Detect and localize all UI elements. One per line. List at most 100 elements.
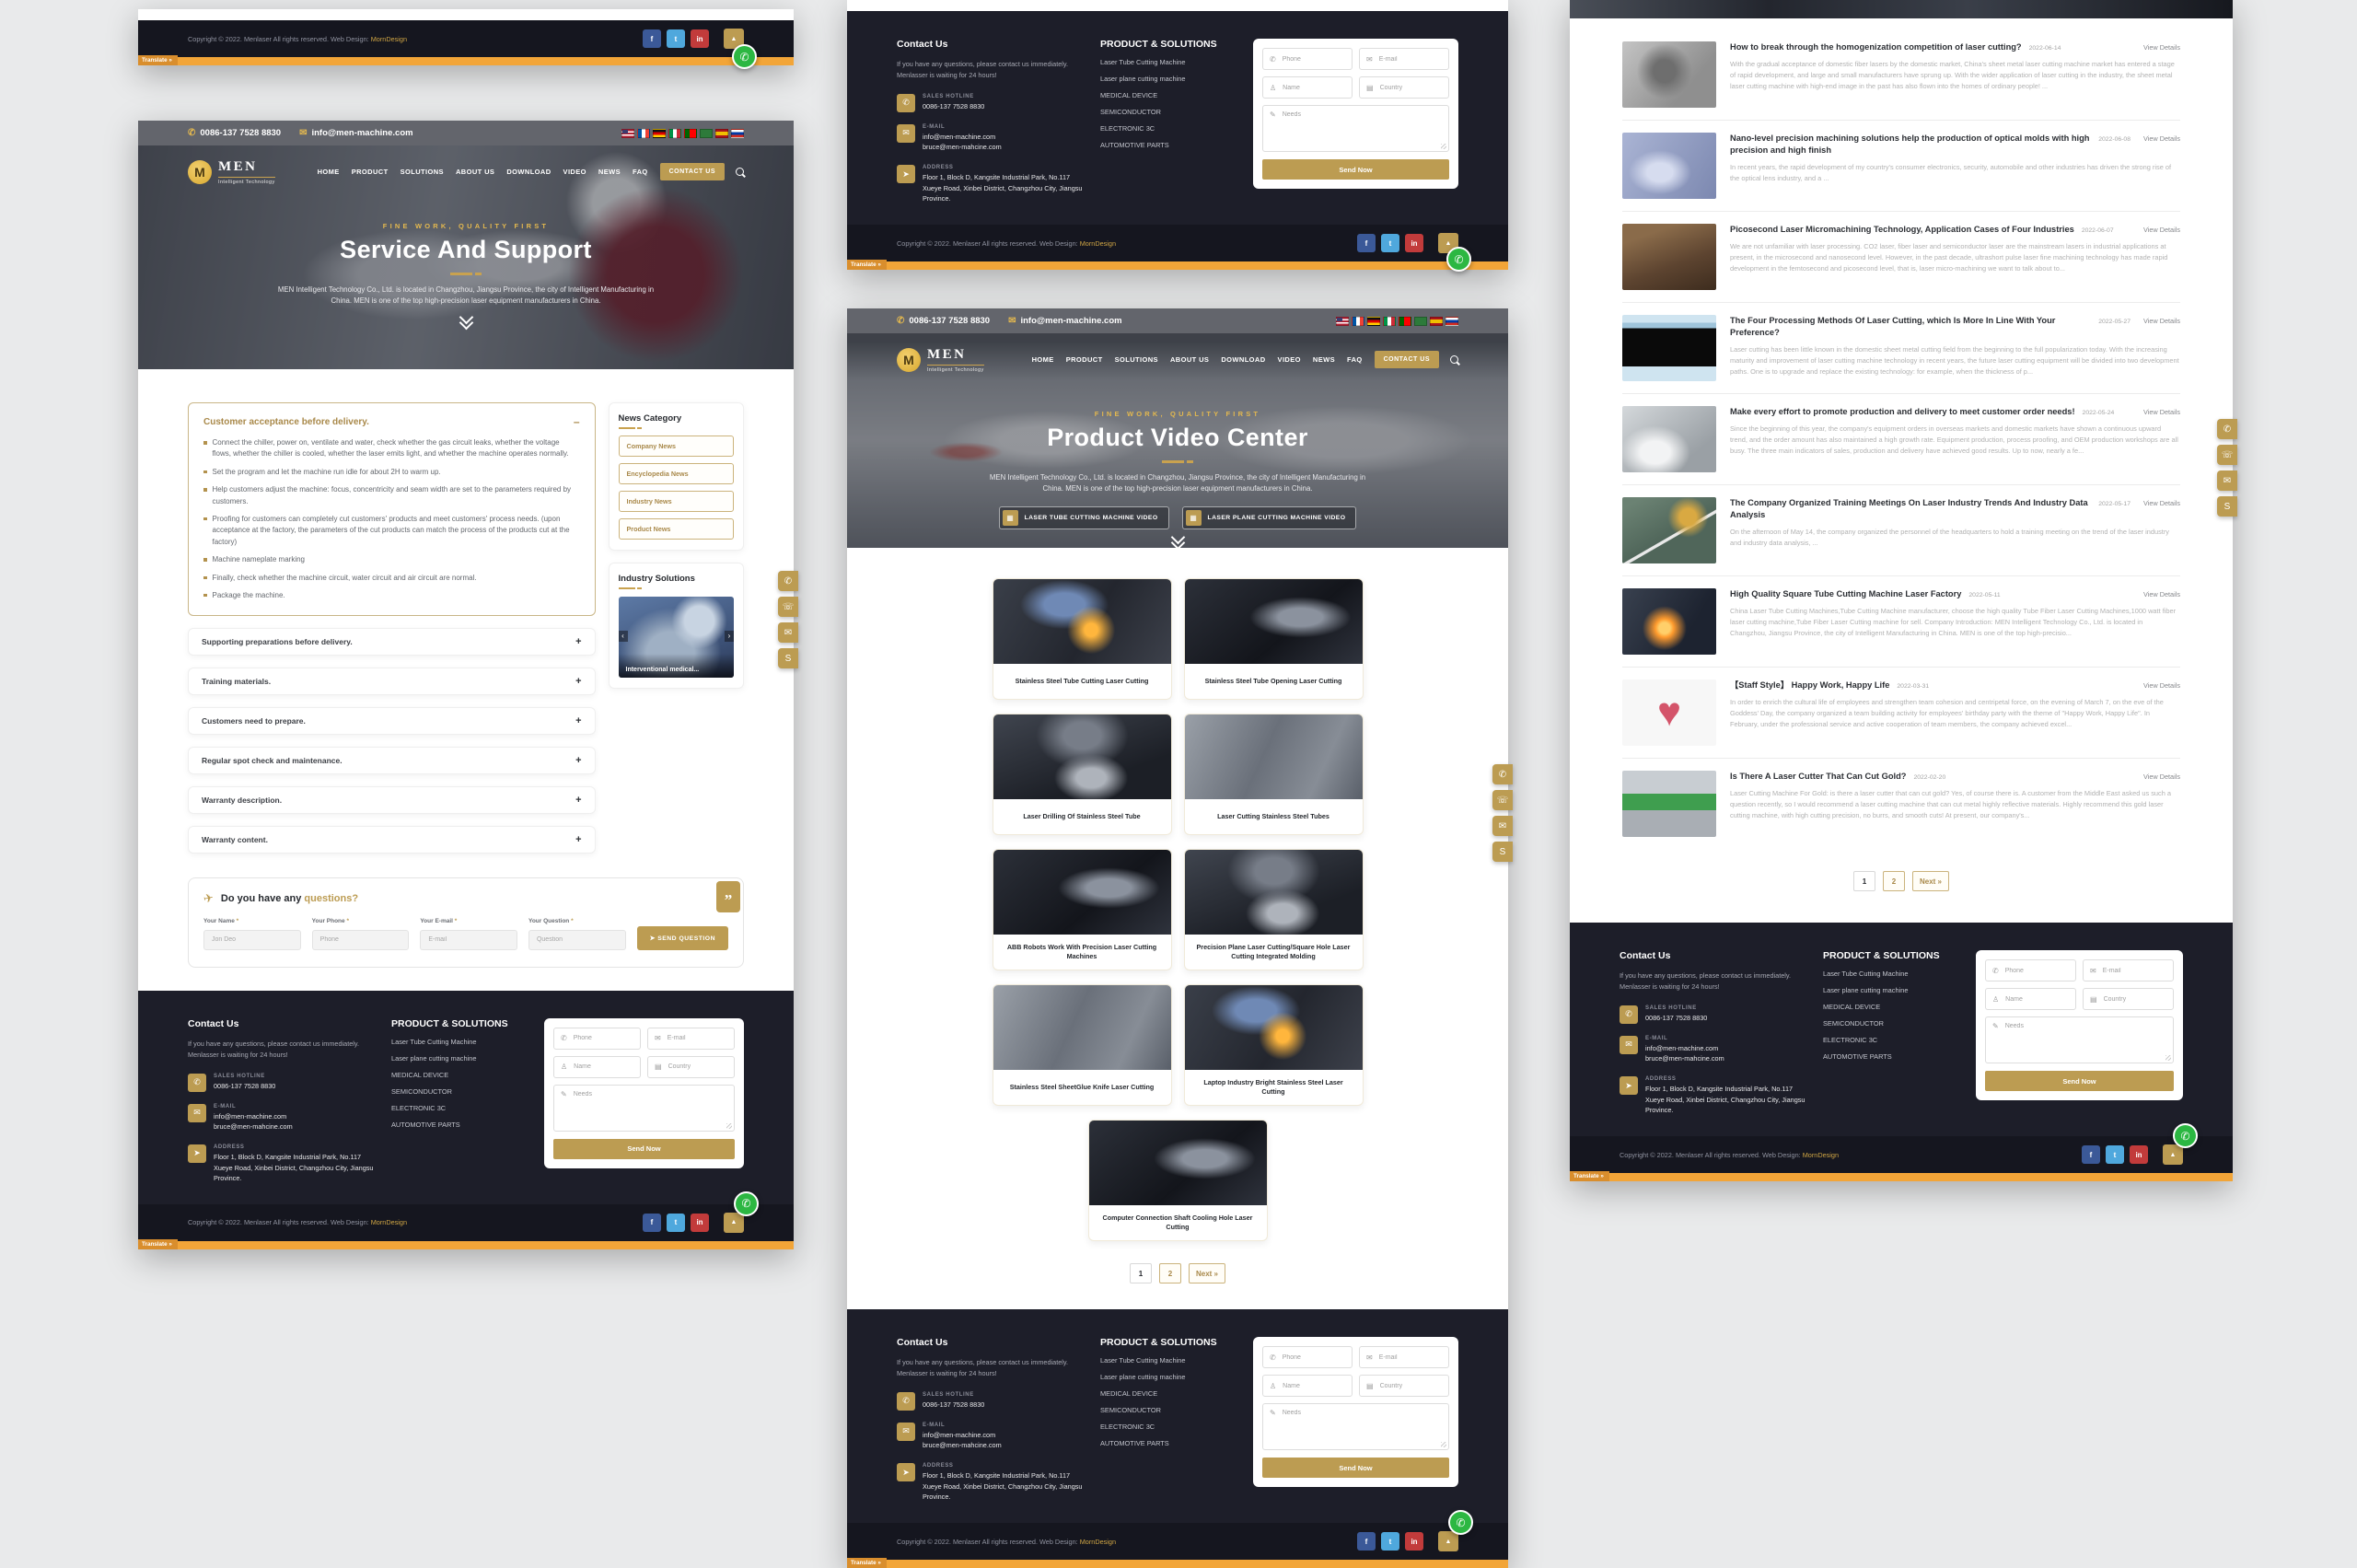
search-icon[interactable] [736, 168, 744, 176]
video-card[interactable]: ABB Robots Work With Precision Laser Cut… [993, 849, 1172, 970]
name-field[interactable] [2003, 995, 2069, 1004]
page-button-2[interactable]: 2 [1883, 871, 1905, 891]
carousel-prev-icon[interactable]: ‹ [619, 631, 628, 642]
nav-item-solutions[interactable]: SOLUTIONS [401, 168, 444, 176]
whatsapp-icon[interactable]: ✆ [1492, 764, 1513, 784]
accordion-item-collapsed[interactable]: Supporting preparations before delivery.… [188, 628, 596, 656]
web-design-link[interactable]: MornDesign [371, 35, 407, 43]
nav-item-video[interactable]: VIDEO [563, 168, 586, 176]
video-card[interactable]: Stainless Steel Tube Cutting Laser Cutti… [993, 578, 1172, 700]
footer-link-automotive-parts[interactable]: AUTOMOTIVE PARTS [391, 1121, 529, 1129]
flag-ru-icon[interactable] [1446, 317, 1458, 326]
scroll-to-top-button[interactable]: ▲ [1438, 1531, 1458, 1551]
contact-item-value[interactable]: Floor 1, Block D, Kangsite Industrial Pa… [214, 1152, 377, 1184]
send-now-button[interactable]: Send Now [1985, 1071, 2174, 1091]
footer-link-laser-tube-cutting-machine[interactable]: Laser Tube Cutting Machine [1100, 1356, 1238, 1365]
skype-icon[interactable]: S [1492, 842, 1513, 862]
whatsapp-float-button[interactable]: ✆ [2173, 1123, 2198, 1148]
country-field[interactable] [667, 1063, 727, 1071]
nav-item-news[interactable]: NEWS [598, 168, 621, 176]
footer-link-automotive-parts[interactable]: AUTOMOTIVE PARTS [1100, 1439, 1238, 1447]
linkedin-icon[interactable]: in [2130, 1145, 2148, 1164]
nav-item-product[interactable]: PRODUCT [352, 168, 389, 176]
flag-pt-icon[interactable] [684, 129, 697, 138]
name-field[interactable] [1281, 1382, 1345, 1390]
contact-item-value[interactable]: 0086-137 7528 8830 [214, 1081, 275, 1092]
carousel-next-icon[interactable]: › [725, 631, 734, 642]
flag-es-icon[interactable] [1430, 317, 1443, 326]
twitter-icon[interactable]: t [1381, 1532, 1399, 1551]
footer-link-laser-tube-cutting-machine[interactable]: Laser Tube Cutting Machine [391, 1038, 529, 1046]
article-title[interactable]: Nano-level precision machining solutions… [1730, 133, 2091, 157]
footer-link-medical-device[interactable]: MEDICAL DEVICE [1100, 91, 1238, 99]
web-design-link[interactable]: MornDesign [1080, 1538, 1116, 1546]
skype-icon[interactable]: S [2217, 496, 2237, 517]
footer-link-automotive-parts[interactable]: AUTOMOTIVE PARTS [1100, 141, 1238, 149]
nav-item-product[interactable]: PRODUCT [1066, 355, 1103, 364]
topbar-phone[interactable]: ✆0086-137 7528 8830 [897, 316, 990, 326]
whatsapp-icon[interactable]: ✆ [2217, 419, 2237, 439]
twitter-icon[interactable]: t [667, 29, 685, 48]
email-icon[interactable]: ✉ [778, 622, 798, 643]
flag-es-icon[interactable] [715, 129, 728, 138]
footer-link-laser-plane-cutting-machine[interactable]: Laser plane cutting machine [1100, 75, 1238, 83]
expand-icon[interactable]: + [575, 795, 581, 806]
nav-item-home[interactable]: HOME [1032, 355, 1054, 364]
laser-tube-video-button[interactable]: ▦LASER TUBE CUTTING MACHINE VIDEO [999, 506, 1169, 529]
footer-link-laser-plane-cutting-machine[interactable]: Laser plane cutting machine [1100, 1373, 1238, 1381]
contact-item-value[interactable]: info@men-machine.com bruce@men-mahcine.c… [923, 132, 1002, 153]
view-details-link[interactable]: View Details [2131, 499, 2180, 507]
site-logo[interactable]: M MEN Intelligent Technology [897, 346, 984, 373]
translate-button[interactable]: Translate » [138, 55, 178, 65]
flag-us-icon[interactable] [621, 129, 634, 138]
facebook-icon[interactable]: f [1357, 234, 1376, 252]
email-field[interactable] [2101, 967, 2166, 975]
send-now-button[interactable]: Send Now [553, 1139, 735, 1159]
facebook-icon[interactable]: f [1357, 1532, 1376, 1551]
needs-field[interactable] [1281, 1409, 1442, 1417]
article-thumbnail[interactable] [1622, 41, 1716, 108]
video-card[interactable]: Laser Drilling Of Stainless Steel Tube [993, 714, 1172, 835]
needs-field[interactable] [1281, 110, 1442, 119]
linkedin-icon[interactable]: in [691, 1214, 709, 1232]
your-email-field[interactable] [420, 930, 517, 950]
scroll-down-chevrons-icon[interactable] [847, 532, 1508, 548]
flag-sa-icon[interactable] [1414, 317, 1427, 326]
footer-link-electronic-3c[interactable]: ELECTRONIC 3C [391, 1104, 529, 1112]
email-icon[interactable]: ✉ [1492, 816, 1513, 836]
video-card[interactable]: Stainless Steel Tube Opening Laser Cutti… [1184, 578, 1364, 700]
needs-field[interactable] [572, 1090, 727, 1098]
your-name-field[interactable] [203, 930, 301, 950]
footer-link-laser-plane-cutting-machine[interactable]: Laser plane cutting machine [391, 1054, 529, 1063]
email-field[interactable] [666, 1034, 727, 1042]
footer-link-laser-plane-cutting-machine[interactable]: Laser plane cutting machine [1823, 986, 1961, 994]
page-button-2[interactable]: 2 [1159, 1263, 1181, 1283]
flag-sa-icon[interactable] [700, 129, 713, 138]
view-details-link[interactable]: View Details [2131, 590, 2180, 598]
country-field[interactable] [1378, 1382, 1442, 1390]
article-title[interactable]: 【Staff Style】 Happy Work, Happy Life [1730, 679, 1889, 691]
view-details-link[interactable]: View Details [2131, 43, 2180, 52]
expand-icon[interactable]: + [575, 834, 581, 845]
view-details-link[interactable]: View Details [2131, 134, 2180, 143]
nav-item-video[interactable]: VIDEO [1278, 355, 1301, 364]
linkedin-icon[interactable]: in [1405, 1532, 1423, 1551]
scroll-to-top-button[interactable]: ▲ [724, 1213, 744, 1233]
wechat-icon[interactable]: ☏ [778, 597, 798, 617]
expand-icon[interactable]: + [575, 755, 581, 766]
footer-link-semiconductor[interactable]: SEMICONDUCTOR [1100, 1406, 1238, 1414]
article-title[interactable]: Is There A Laser Cutter That Can Cut Gol… [1730, 771, 1906, 783]
page-button-next[interactable]: Next » [1189, 1263, 1225, 1283]
name-field[interactable] [1281, 84, 1345, 92]
whatsapp-float-button[interactable]: ✆ [1446, 247, 1471, 272]
industry-carousel[interactable]: ‹ › Interventional medical... [619, 597, 735, 678]
video-card[interactable]: Precision Plane Laser Cutting/Square Hol… [1184, 849, 1364, 970]
web-design-link[interactable]: MornDesign [1080, 239, 1116, 248]
contact-us-button[interactable]: CONTACT US [660, 163, 725, 180]
nav-item-download[interactable]: DOWNLOAD [506, 168, 551, 176]
article-thumbnail[interactable] [1622, 497, 1716, 563]
view-details-link[interactable]: View Details [2131, 772, 2180, 781]
nav-item-about-us[interactable]: ABOUT US [1170, 355, 1209, 364]
accordion-item-open[interactable]: Customer acceptance before delivery. – C… [188, 402, 596, 616]
footer-link-electronic-3c[interactable]: ELECTRONIC 3C [1823, 1036, 1961, 1044]
